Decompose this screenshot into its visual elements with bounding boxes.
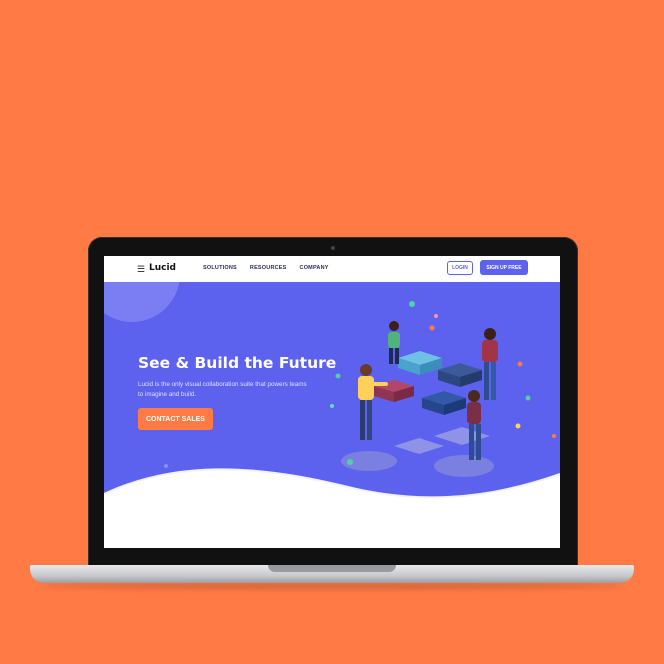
contact-sales-button[interactable]: CONTACT SALES: [138, 408, 213, 430]
nav-link-company[interactable]: COMPANY: [300, 265, 329, 271]
nav-link-solutions[interactable]: SOLUTIONS: [203, 265, 237, 271]
top-navigation: ☰ Lucid SOLUTIONS RESOURCES COMPANY LOGI…: [104, 256, 560, 282]
nav-links: SOLUTIONS RESOURCES COMPANY: [203, 265, 329, 271]
website-screen: ☰ Lucid SOLUTIONS RESOURCES COMPANY LOGI…: [104, 256, 560, 548]
hero-subtitle: Lucid is the only visual collaboration s…: [138, 381, 307, 398]
lucid-logo[interactable]: Lucid: [149, 263, 176, 273]
hero-wave: [104, 468, 560, 548]
nav-link-resources[interactable]: RESOURCES: [250, 265, 287, 271]
hero-title: See & Build the Future: [138, 354, 337, 372]
laptop-shadow: [40, 583, 624, 589]
laptop-mockup: ☰ Lucid SOLUTIONS RESOURCES COMPANY LOGI…: [0, 0, 664, 664]
camera-icon: [331, 246, 335, 250]
laptop-notch: [268, 565, 396, 572]
signup-button[interactable]: SIGN UP FREE: [480, 260, 528, 275]
login-button[interactable]: LOGIN: [447, 261, 473, 275]
hamburger-icon[interactable]: ☰: [137, 264, 145, 274]
